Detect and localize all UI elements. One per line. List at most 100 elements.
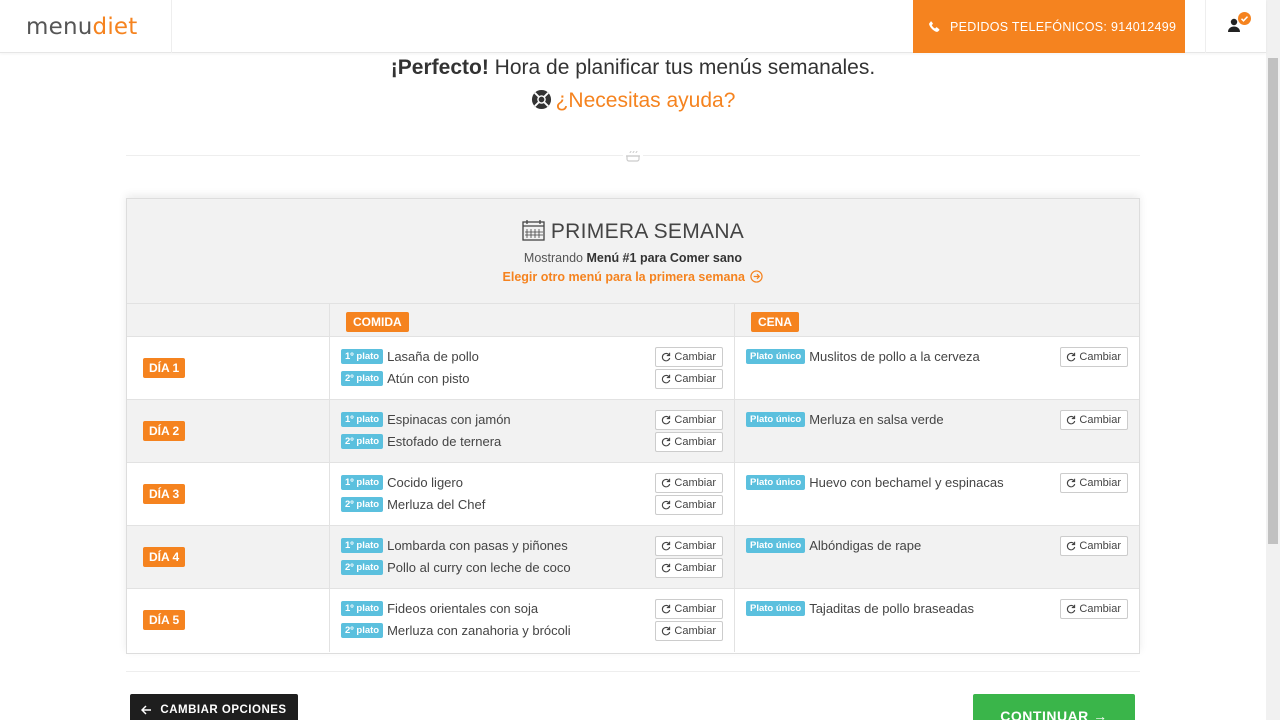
week-title-text: PRIMERA SEMANA [550,220,745,243]
first-course-name: Espinacas con jamón [387,412,511,427]
first-course-name: Lombarda con pasas y piñones [387,538,568,553]
change-second-course-button[interactable]: Cambiar [655,432,723,452]
arrow-left-icon [141,705,152,715]
lifebuoy-icon [531,89,552,116]
lunch-cell: 1º plato Espinacas con jamón Cambiar 2º pla… [330,400,735,462]
change-label: Cambiar [674,625,716,637]
single-dish: Plato único Albóndigas de rape [746,537,921,554]
showing-menu-name: Menú #1 para Comer sano [586,251,743,265]
top-navbar: menudiet PEDIDOS TELEFÓNICOS: 914012499 [0,0,1266,53]
refresh-icon [1067,541,1076,551]
refresh-icon [662,541,671,551]
logo[interactable]: menudiet [26,14,137,40]
change-first-course-button[interactable]: Cambiar [655,536,723,556]
week-card-header: PRIMERA SEMANA Mostrando Menú #1 para Co… [127,199,1139,304]
refresh-icon [662,437,671,447]
first-course-name: Fideos orientales con soja [387,601,539,616]
first-course-tag: 1º plato [341,412,384,427]
calendar-icon [522,220,545,241]
single-dish-name: Albóndigas de rape [809,538,922,553]
day-row: DÍA 2 1º plato Espinacas con jamón Cambiar 2… [127,400,1139,463]
dinner-cell: Plato único Tajaditas de pollo braseadas C… [735,589,1139,652]
change-dinner-button[interactable]: Cambiar [1060,473,1128,493]
continue-button[interactable]: CONTINUAR → [973,694,1135,720]
page-scrollbar[interactable] [1266,0,1280,720]
day-cell: DÍA 5 [127,589,330,652]
change-second-course-button[interactable]: Cambiar [655,621,723,641]
table-header-row: COMIDA CENA [127,304,1139,337]
change-first-course-button[interactable]: Cambiar [655,347,723,367]
week-menu-card: PRIMERA SEMANA Mostrando Menú #1 para Co… [126,198,1140,654]
first-course: 1º plato Cocido ligero [341,474,463,491]
change-label: Cambiar [1079,351,1121,363]
day-badge: DÍA 5 [143,610,186,630]
change-first-course-button[interactable]: Cambiar [655,410,723,430]
second-course-tag: 2º plato [341,560,384,575]
change-dinner-button[interactable]: Cambiar [1060,599,1128,619]
second-course-name: Merluza con zanahoria y brócoli [387,623,571,638]
change-dinner-button[interactable]: Cambiar [1060,410,1128,430]
change-first-course-button[interactable]: Cambiar [655,473,723,493]
day-badge: DÍA 3 [143,484,186,504]
help-link[interactable]: ¿Necesitas ayuda? [0,89,1266,116]
first-course-name: Cocido ligero [387,475,463,490]
change-options-button[interactable]: CAMBIAR OPCIONES [130,694,298,720]
day-badge: DÍA 1 [143,358,186,378]
day-cell: DÍA 3 [127,463,330,525]
refresh-icon [662,415,671,425]
second-course: 2º plato Atún con pisto [341,370,469,387]
single-dish: Plato único Merluza en salsa verde [746,411,944,428]
second-course: 2º plato Merluza con zanahoria y brócoli [341,622,571,639]
lunch-cell: 1º plato Fideos orientales con soja Cambia… [330,589,735,652]
first-course: 1º plato Fideos orientales con soja [341,600,538,617]
phone-orders-banner[interactable]: PEDIDOS TELEFÓNICOS: 914012499 [913,0,1185,53]
first-course-tag: 1º plato [341,538,384,553]
page-heading: ¡Perfecto! Hora de planificar tus menús … [0,56,1266,80]
change-label: Cambiar [674,477,716,489]
logo-text-diet: diet [92,14,138,40]
phone-label: PEDIDOS TELEFÓNICOS: 914012499 [950,19,1177,34]
first-course-tag: 1º plato [341,475,384,490]
single-dish-tag: Plato único [746,538,806,553]
change-label: Cambiar [674,562,716,574]
day-badge: DÍA 4 [143,547,186,567]
choose-other-menu-link[interactable]: Elegir otro menú para la primera semana [127,270,1139,284]
showing-menu-text: Mostrando Menú #1 para Comer sano [127,251,1139,265]
second-course-name: Pollo al curry con leche de coco [387,560,571,575]
change-second-course-button[interactable]: Cambiar [655,495,723,515]
change-label: Cambiar [674,603,716,615]
single-dish-name: Merluza en salsa verde [809,412,944,427]
bottom-divider [126,671,1140,672]
single-dish-name: Muslitos de pollo a la cerveza [809,349,980,364]
second-course: 2º plato Merluza del Chef [341,496,485,513]
single-dish: Plato único Muslitos de pollo a la cervez… [746,348,980,365]
logo-text-menu: menu [26,14,93,40]
dinner-cell: Plato único Merluza en salsa verde Cambiar [735,400,1139,462]
header-day-cell [127,304,330,336]
change-label: Cambiar [1079,540,1121,552]
logo-container[interactable]: menudiet [0,0,172,53]
refresh-icon [1067,604,1076,614]
lunch-column-badge: COMIDA [346,312,409,332]
week-title: PRIMERA SEMANA [127,219,1139,244]
dinner-column-badge: CENA [751,312,800,332]
header-lunch-cell: COMIDA [330,304,735,336]
change-label: Cambiar [674,351,716,363]
scrollbar-thumb[interactable] [1268,58,1278,544]
first-course: 1º plato Lasaña de pollo [341,348,479,365]
day-cell: DÍA 2 [127,400,330,462]
change-dinner-button[interactable]: Cambiar [1060,536,1128,556]
change-label: Cambiar [674,373,716,385]
change-second-course-button[interactable]: Cambiar [655,369,723,389]
change-dinner-button[interactable]: Cambiar [1060,347,1128,367]
change-label: Cambiar [1079,477,1121,489]
user-menu[interactable] [1205,0,1266,53]
change-first-course-button[interactable]: Cambiar [655,599,723,619]
day-row: DÍA 4 1º plato Lombarda con pasas y piñone… [127,526,1139,589]
day-cell: DÍA 4 [127,526,330,588]
second-course: 2º plato Estofado de ternera [341,433,501,450]
single-dish: Plato único Huevo con bechamel y espinaca… [746,474,1004,491]
heading-text: Hora de planificar tus menús semanales. [488,56,876,79]
single-dish: Plato único Tajaditas de pollo braseadas [746,600,974,617]
change-second-course-button[interactable]: Cambiar [655,558,723,578]
